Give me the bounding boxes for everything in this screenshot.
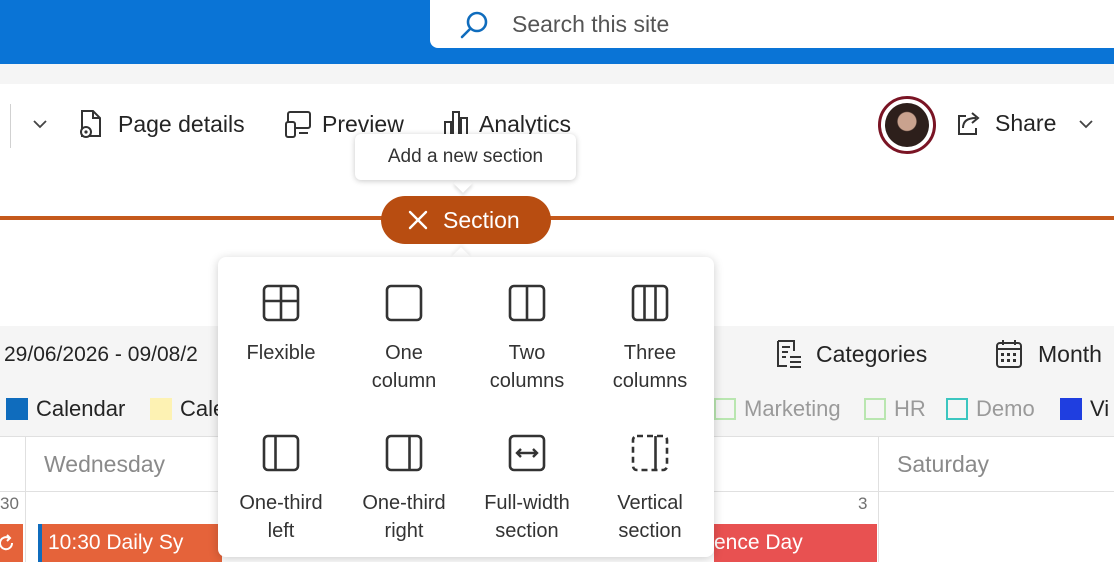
option-label: Full-width section bbox=[484, 492, 570, 542]
option-label: One-third right bbox=[362, 492, 446, 542]
section-layout-menu: Flexible One column Two columns Three co… bbox=[218, 257, 714, 557]
option-label: Flexible bbox=[246, 342, 316, 364]
share-chevron-down-icon[interactable] bbox=[1078, 118, 1094, 130]
legend-calendar-2[interactable]: Cale bbox=[150, 396, 225, 422]
add-section-tooltip: Add a new section bbox=[355, 134, 576, 180]
option-one-third-left[interactable]: One-third left bbox=[219, 407, 343, 547]
day-wednesday: Wednesday bbox=[44, 451, 166, 477]
date-30: 30 bbox=[0, 494, 19, 513]
vertical-section-icon bbox=[631, 434, 669, 472]
close-icon bbox=[408, 210, 428, 230]
preview-icon bbox=[285, 111, 311, 138]
option-flexible[interactable]: Flexible bbox=[219, 257, 343, 397]
share-icon bbox=[958, 112, 980, 135]
page-details-label: Page details bbox=[118, 110, 245, 137]
legend-label: Demo bbox=[976, 396, 1035, 421]
two-columns-icon bbox=[508, 284, 546, 322]
legend-label: Vi bbox=[1090, 396, 1110, 421]
option-three-columns[interactable]: Three columns bbox=[588, 257, 712, 397]
option-label: One-third left bbox=[239, 492, 323, 542]
search-icon bbox=[460, 11, 488, 39]
three-columns-icon bbox=[631, 284, 669, 322]
share-label: Share bbox=[995, 109, 1057, 136]
one-third-right-icon bbox=[385, 434, 423, 472]
option-full-width[interactable]: Full-width section bbox=[465, 407, 589, 547]
grid-line bbox=[878, 437, 879, 562]
legend-swatch bbox=[1060, 398, 1082, 420]
tooltip-text: Add a new section bbox=[387, 146, 544, 167]
event-conference-day[interactable]: ence Day bbox=[714, 524, 877, 562]
legend-swatch bbox=[714, 398, 736, 420]
site-search-box[interactable]: Search this site bbox=[430, 0, 1114, 48]
command-bar-spacer bbox=[0, 64, 1114, 84]
categories-icon bbox=[777, 340, 801, 368]
command-divider bbox=[10, 104, 11, 148]
flexible-layout-icon bbox=[262, 284, 300, 322]
categories-label: Categories bbox=[816, 340, 928, 367]
recurring-icon bbox=[0, 534, 14, 551]
day-saturday: Saturday bbox=[897, 451, 990, 477]
legend-swatch bbox=[864, 398, 886, 420]
option-two-columns[interactable]: Two columns bbox=[465, 257, 589, 397]
option-one-column[interactable]: One column bbox=[342, 257, 466, 397]
legend-label: Marketing bbox=[744, 396, 841, 421]
search-placeholder[interactable]: Search this site bbox=[512, 11, 669, 38]
option-one-third-right[interactable]: One-third right bbox=[342, 407, 466, 547]
month-view-button[interactable]: Month bbox=[994, 338, 1102, 370]
legend-calendar[interactable]: Calendar bbox=[6, 396, 125, 422]
event-recurring[interactable] bbox=[0, 524, 23, 562]
event-daily-sync[interactable]: 10:30 Daily Sy bbox=[38, 524, 222, 562]
event-daily-label: 10:30 Daily Sy bbox=[48, 531, 184, 554]
calendar-date-range[interactable]: 29/06/2026 - 09/08/2 bbox=[4, 343, 198, 367]
section-button-label: Section bbox=[443, 206, 520, 233]
legend-swatch bbox=[946, 398, 968, 420]
event-conference-label: ence Day bbox=[714, 531, 803, 554]
legend-label: Calendar bbox=[36, 396, 126, 421]
legend-swatch bbox=[150, 398, 172, 420]
categories-button[interactable]: Categories bbox=[774, 338, 927, 370]
option-label: Three columns bbox=[612, 342, 688, 392]
user-avatar[interactable] bbox=[878, 96, 936, 154]
section-insert-line bbox=[0, 216, 1114, 220]
option-label: Vertical section bbox=[617, 492, 683, 542]
page-details-icon bbox=[80, 110, 101, 138]
share-button[interactable]: Share bbox=[954, 108, 1056, 138]
legend-marketing[interactable]: Marketing bbox=[714, 396, 841, 422]
date-3: 3 bbox=[858, 494, 868, 513]
grid-line bbox=[25, 437, 26, 562]
legend-hr[interactable]: HR bbox=[864, 396, 926, 422]
chevron-down-icon[interactable] bbox=[32, 118, 48, 130]
calendar-month-icon bbox=[996, 340, 1022, 368]
option-label: One column bbox=[371, 342, 437, 392]
one-third-left-icon bbox=[262, 434, 300, 472]
option-label: Two columns bbox=[489, 342, 565, 392]
month-label: Month bbox=[1038, 340, 1102, 367]
avatar-photo bbox=[885, 103, 929, 147]
suite-header: Search this site bbox=[0, 0, 1114, 64]
page-details-button[interactable]: Page details bbox=[76, 108, 245, 140]
section-button[interactable]: Section bbox=[381, 196, 551, 244]
full-width-icon bbox=[508, 434, 546, 472]
legend-label: HR bbox=[894, 396, 926, 421]
option-vertical-section[interactable]: Vertical section bbox=[588, 407, 712, 547]
legend-vi[interactable]: Vi bbox=[1060, 396, 1109, 422]
legend-swatch bbox=[6, 398, 28, 420]
legend-demo[interactable]: Demo bbox=[946, 396, 1035, 422]
one-column-icon bbox=[385, 284, 423, 322]
